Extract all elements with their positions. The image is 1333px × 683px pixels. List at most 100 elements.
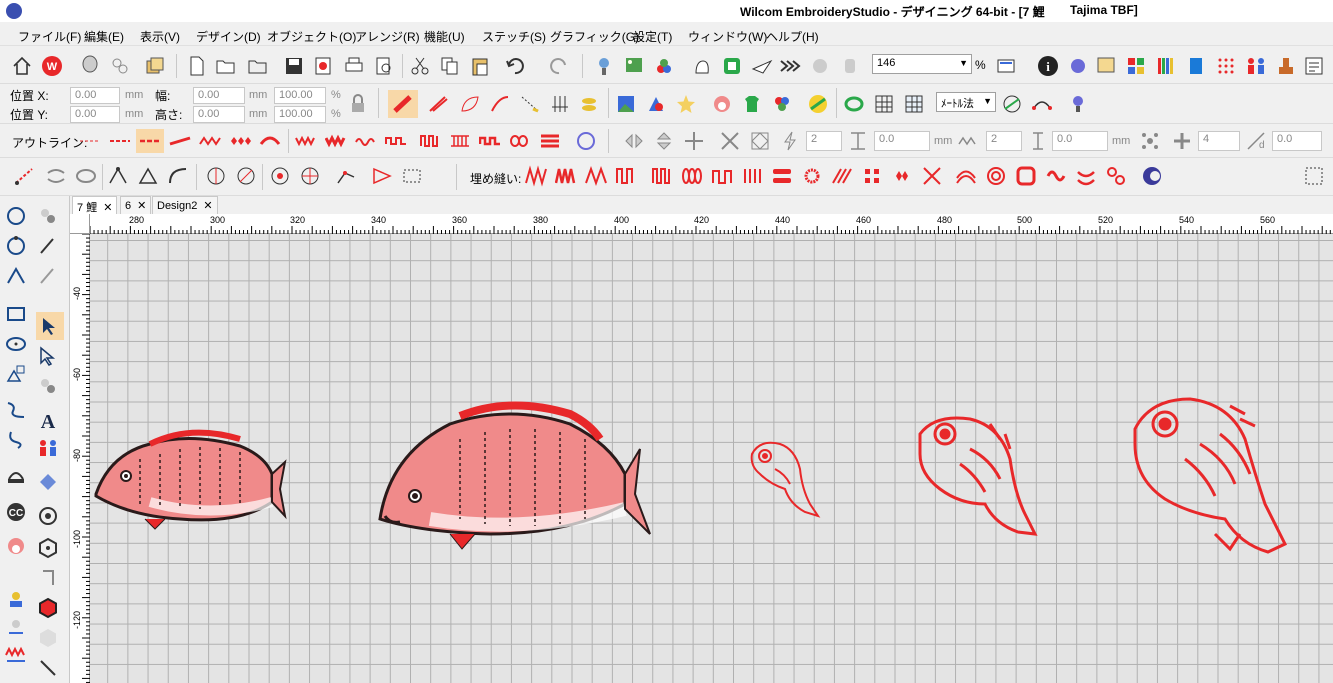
hand-icon[interactable] — [690, 54, 714, 78]
reshape-icon[interactable] — [10, 164, 40, 188]
cc-tool-icon[interactable]: CC — [4, 500, 28, 524]
menu-edit[interactable]: 編集(E) — [84, 28, 124, 45]
lettering-art-icon[interactable] — [36, 470, 60, 494]
fill-square-icon[interactable] — [612, 164, 640, 188]
info-icon[interactable]: i — [1036, 54, 1060, 78]
shapes-tool-icon[interactable] — [4, 362, 28, 386]
copy-icon[interactable] — [438, 54, 462, 78]
satin-border-icon[interactable] — [292, 129, 320, 153]
close-icon[interactable]: ✕ — [137, 200, 146, 212]
needle-tool-icon[interactable] — [36, 656, 60, 680]
triple-run-icon[interactable] — [106, 129, 134, 153]
loop-border-icon[interactable] — [416, 129, 444, 153]
fill-diamond-grid-icon[interactable] — [858, 164, 886, 188]
height-percent-field[interactable]: 100.00 — [274, 106, 326, 123]
diamond-frame-icon[interactable] — [748, 129, 772, 153]
layers-icon[interactable] — [143, 54, 167, 78]
crescent-icon[interactable] — [574, 129, 598, 153]
fill-dense-zigzag-icon[interactable] — [552, 164, 580, 188]
print-icon[interactable] — [342, 54, 366, 78]
arrange-icon[interactable] — [108, 54, 132, 78]
ladder-border-icon[interactable] — [446, 129, 474, 153]
fill-spiral-icon[interactable] — [982, 164, 1010, 188]
menu-settings[interactable]: 設定(T) — [633, 28, 672, 45]
measure-combo[interactable]: ﾒｰﾄﾙ法 ▼ — [936, 92, 996, 112]
overview-icon[interactable] — [994, 54, 1018, 78]
hexagon-red-icon[interactable] — [36, 596, 60, 620]
node-edit-icon[interactable] — [106, 164, 130, 188]
people-icon[interactable] — [1244, 54, 1268, 78]
wrap-icon[interactable] — [718, 129, 742, 153]
fill-pill-icon[interactable] — [768, 164, 796, 188]
mirror-both-icon[interactable] — [682, 129, 706, 153]
plant-tool-icon[interactable] — [1066, 92, 1090, 116]
cartoon-fish-medium-outline[interactable] — [918, 416, 1038, 536]
multi-decoration-icon[interactable] — [4, 588, 28, 612]
stamp-icon[interactable] — [1274, 54, 1298, 78]
fill-wave-icon[interactable] — [582, 164, 610, 188]
image-tool-icon[interactable] — [614, 92, 638, 116]
star-tool-icon[interactable] — [674, 92, 698, 116]
cut-icon[interactable] — [408, 54, 432, 78]
hexagon-outline-icon[interactable] — [36, 536, 60, 560]
fast-forward-icon[interactable] — [778, 54, 802, 78]
dotted-frame-icon[interactable] — [1302, 164, 1326, 188]
picture-icon[interactable] — [622, 54, 646, 78]
zigzag-gap-icon[interactable] — [956, 129, 980, 153]
select-tool-icon[interactable] — [36, 312, 64, 340]
diamond-outline-icon[interactable] — [226, 129, 254, 153]
paste-icon[interactable] — [468, 54, 492, 78]
tab-design-6[interactable]: 6 ✕ — [120, 196, 152, 214]
menu-object[interactable]: オブジェクト(O) — [267, 28, 356, 45]
team-names-icon[interactable] — [36, 436, 60, 460]
mirror-v-icon[interactable] — [652, 129, 676, 153]
monogram-icon[interactable] — [4, 464, 28, 488]
open-shape-tool-icon[interactable] — [4, 264, 28, 288]
menu-stitch[interactable]: ステッチ(S) — [482, 28, 546, 45]
menu-file[interactable]: ファイル(F) — [18, 28, 81, 45]
menu-graphics[interactable]: グラフィック(G) — [550, 28, 639, 45]
stemstitch-icon[interactable] — [166, 129, 194, 153]
dots-grid-icon[interactable] — [1214, 54, 1238, 78]
buttonhole-tool-icon[interactable] — [36, 504, 60, 528]
spacing-field-2[interactable]: 0.0 — [1052, 131, 1108, 151]
new-file-icon[interactable] — [185, 54, 209, 78]
shape-edit-icon[interactable] — [136, 164, 160, 188]
pos-x-field[interactable]: 0.00 — [70, 87, 120, 104]
lightning-icon[interactable] — [778, 129, 802, 153]
fill-pattern3-icon[interactable] — [1102, 164, 1130, 188]
run-stitch-icon[interactable] — [76, 129, 104, 153]
wave-border-icon[interactable] — [352, 129, 380, 153]
tag-icon[interactable] — [1094, 54, 1118, 78]
hoop-icon[interactable] — [720, 54, 744, 78]
close-icon[interactable]: ✕ — [103, 202, 112, 214]
fill-pattern1-icon[interactable] — [1042, 164, 1070, 188]
height-field[interactable]: 0.00 — [193, 106, 245, 123]
open-template-icon[interactable] — [246, 54, 270, 78]
zigzag-outline-icon[interactable] — [196, 129, 224, 153]
knife-tool-icon[interactable] — [234, 164, 258, 188]
zoom-combo[interactable]: 146 ▼ — [872, 54, 972, 74]
curve-edit-icon[interactable] — [166, 164, 190, 188]
fill-cross-icon[interactable] — [918, 164, 946, 188]
spacing-icon[interactable] — [846, 129, 870, 153]
undo-icon[interactable] — [504, 54, 528, 78]
lock-icon[interactable] — [346, 92, 370, 116]
rotate-tool-icon[interactable] — [36, 374, 60, 398]
home-icon[interactable] — [10, 54, 34, 78]
fill-diamonds-icon[interactable] — [888, 164, 916, 188]
fill-zigzag-icon[interactable] — [522, 164, 550, 188]
funnel-tool-icon[interactable] — [370, 164, 394, 188]
digitize-line-icon[interactable] — [4, 398, 28, 422]
stitch-density-icon[interactable] — [4, 644, 28, 668]
plane-icon[interactable] — [750, 54, 774, 78]
chain-border-icon[interactable] — [506, 129, 534, 153]
arc-tool-icon[interactable] — [1030, 92, 1054, 116]
measure-tool-icon[interactable] — [1000, 92, 1024, 116]
applique-left-icon[interactable] — [4, 534, 28, 558]
feather-tool-icon[interactable] — [488, 92, 512, 116]
join-object-icon[interactable] — [74, 164, 98, 188]
thread-spool-icon[interactable] — [1184, 54, 1208, 78]
fish-tool-icon[interactable] — [578, 92, 602, 116]
tab-design2[interactable]: Design2 ✕ — [152, 196, 218, 214]
